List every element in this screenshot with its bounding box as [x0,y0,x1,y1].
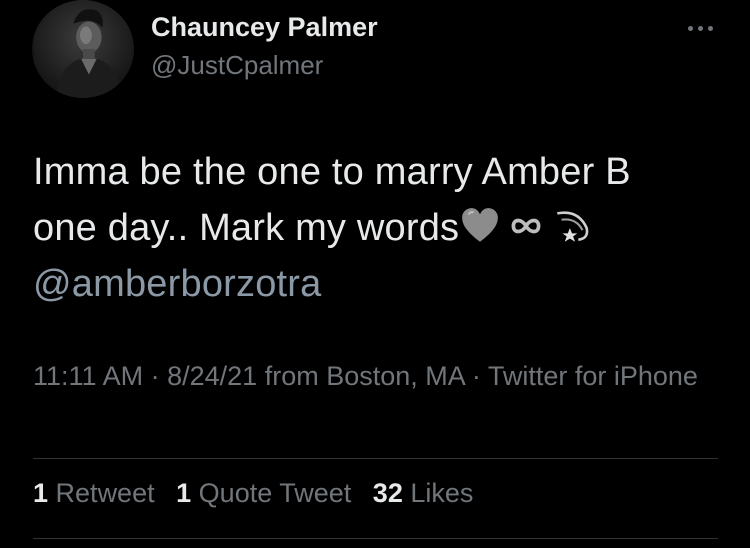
tweet-detail: Chauncey Palmer @JustCpalmer Imma be the… [0,0,750,548]
likes-count: 32 [372,478,403,508]
tweet-line-2: one day.. Mark my words [33,200,723,256]
meta-separator: · [150,361,160,391]
avatar[interactable] [32,0,134,98]
quote-tweets-stat[interactable]: 1 Quote Tweet [176,478,351,508]
tweet-time[interactable]: 11:11 AM [33,361,143,391]
retweets-label: Retweet [55,478,155,508]
dizzy-star-icon [557,211,589,242]
divider [33,538,718,539]
quote-tweets-label: Quote Tweet [198,478,352,508]
more-options-button[interactable] [682,14,718,42]
user-handle[interactable]: @JustCpalmer [151,50,323,81]
likes-label: Likes [410,478,474,508]
quote-tweets-count: 1 [176,478,192,508]
tweet-location[interactable]: from Boston, MA [265,361,465,391]
retweets-count: 1 [33,478,49,508]
meta-separator: · [471,361,481,391]
retweets-stat[interactable]: 1 Retweet [33,478,155,508]
tweet-line-1: Imma be the one to marry Amber B [33,151,631,193]
mention-link[interactable]: @amberborzotra [33,256,723,312]
user-name[interactable]: Chauncey Palmer [151,12,378,43]
tweet-stats: 1 Retweet 1 Quote Tweet 32 Likes [33,478,487,509]
more-dot-icon [707,25,713,31]
tweet-text: Imma be the one to marry Amber B one day… [33,144,723,312]
infinity-icon [511,218,541,234]
grey-heart-icon [462,208,499,242]
divider [33,458,718,459]
avatar-photo [34,0,132,98]
tweet-source[interactable]: Twitter for iPhone [488,361,698,391]
likes-stat[interactable]: 32 Likes [373,478,474,508]
tweet-line-2-text: one day.. Mark my words [33,207,460,249]
more-dot-icon [687,25,693,31]
tweet-date[interactable]: 8/24/21 [167,361,257,391]
more-dot-icon [697,25,703,31]
tweet-meta: 11:11 AM · 8/24/21 from Boston, MA · Twi… [33,356,723,396]
